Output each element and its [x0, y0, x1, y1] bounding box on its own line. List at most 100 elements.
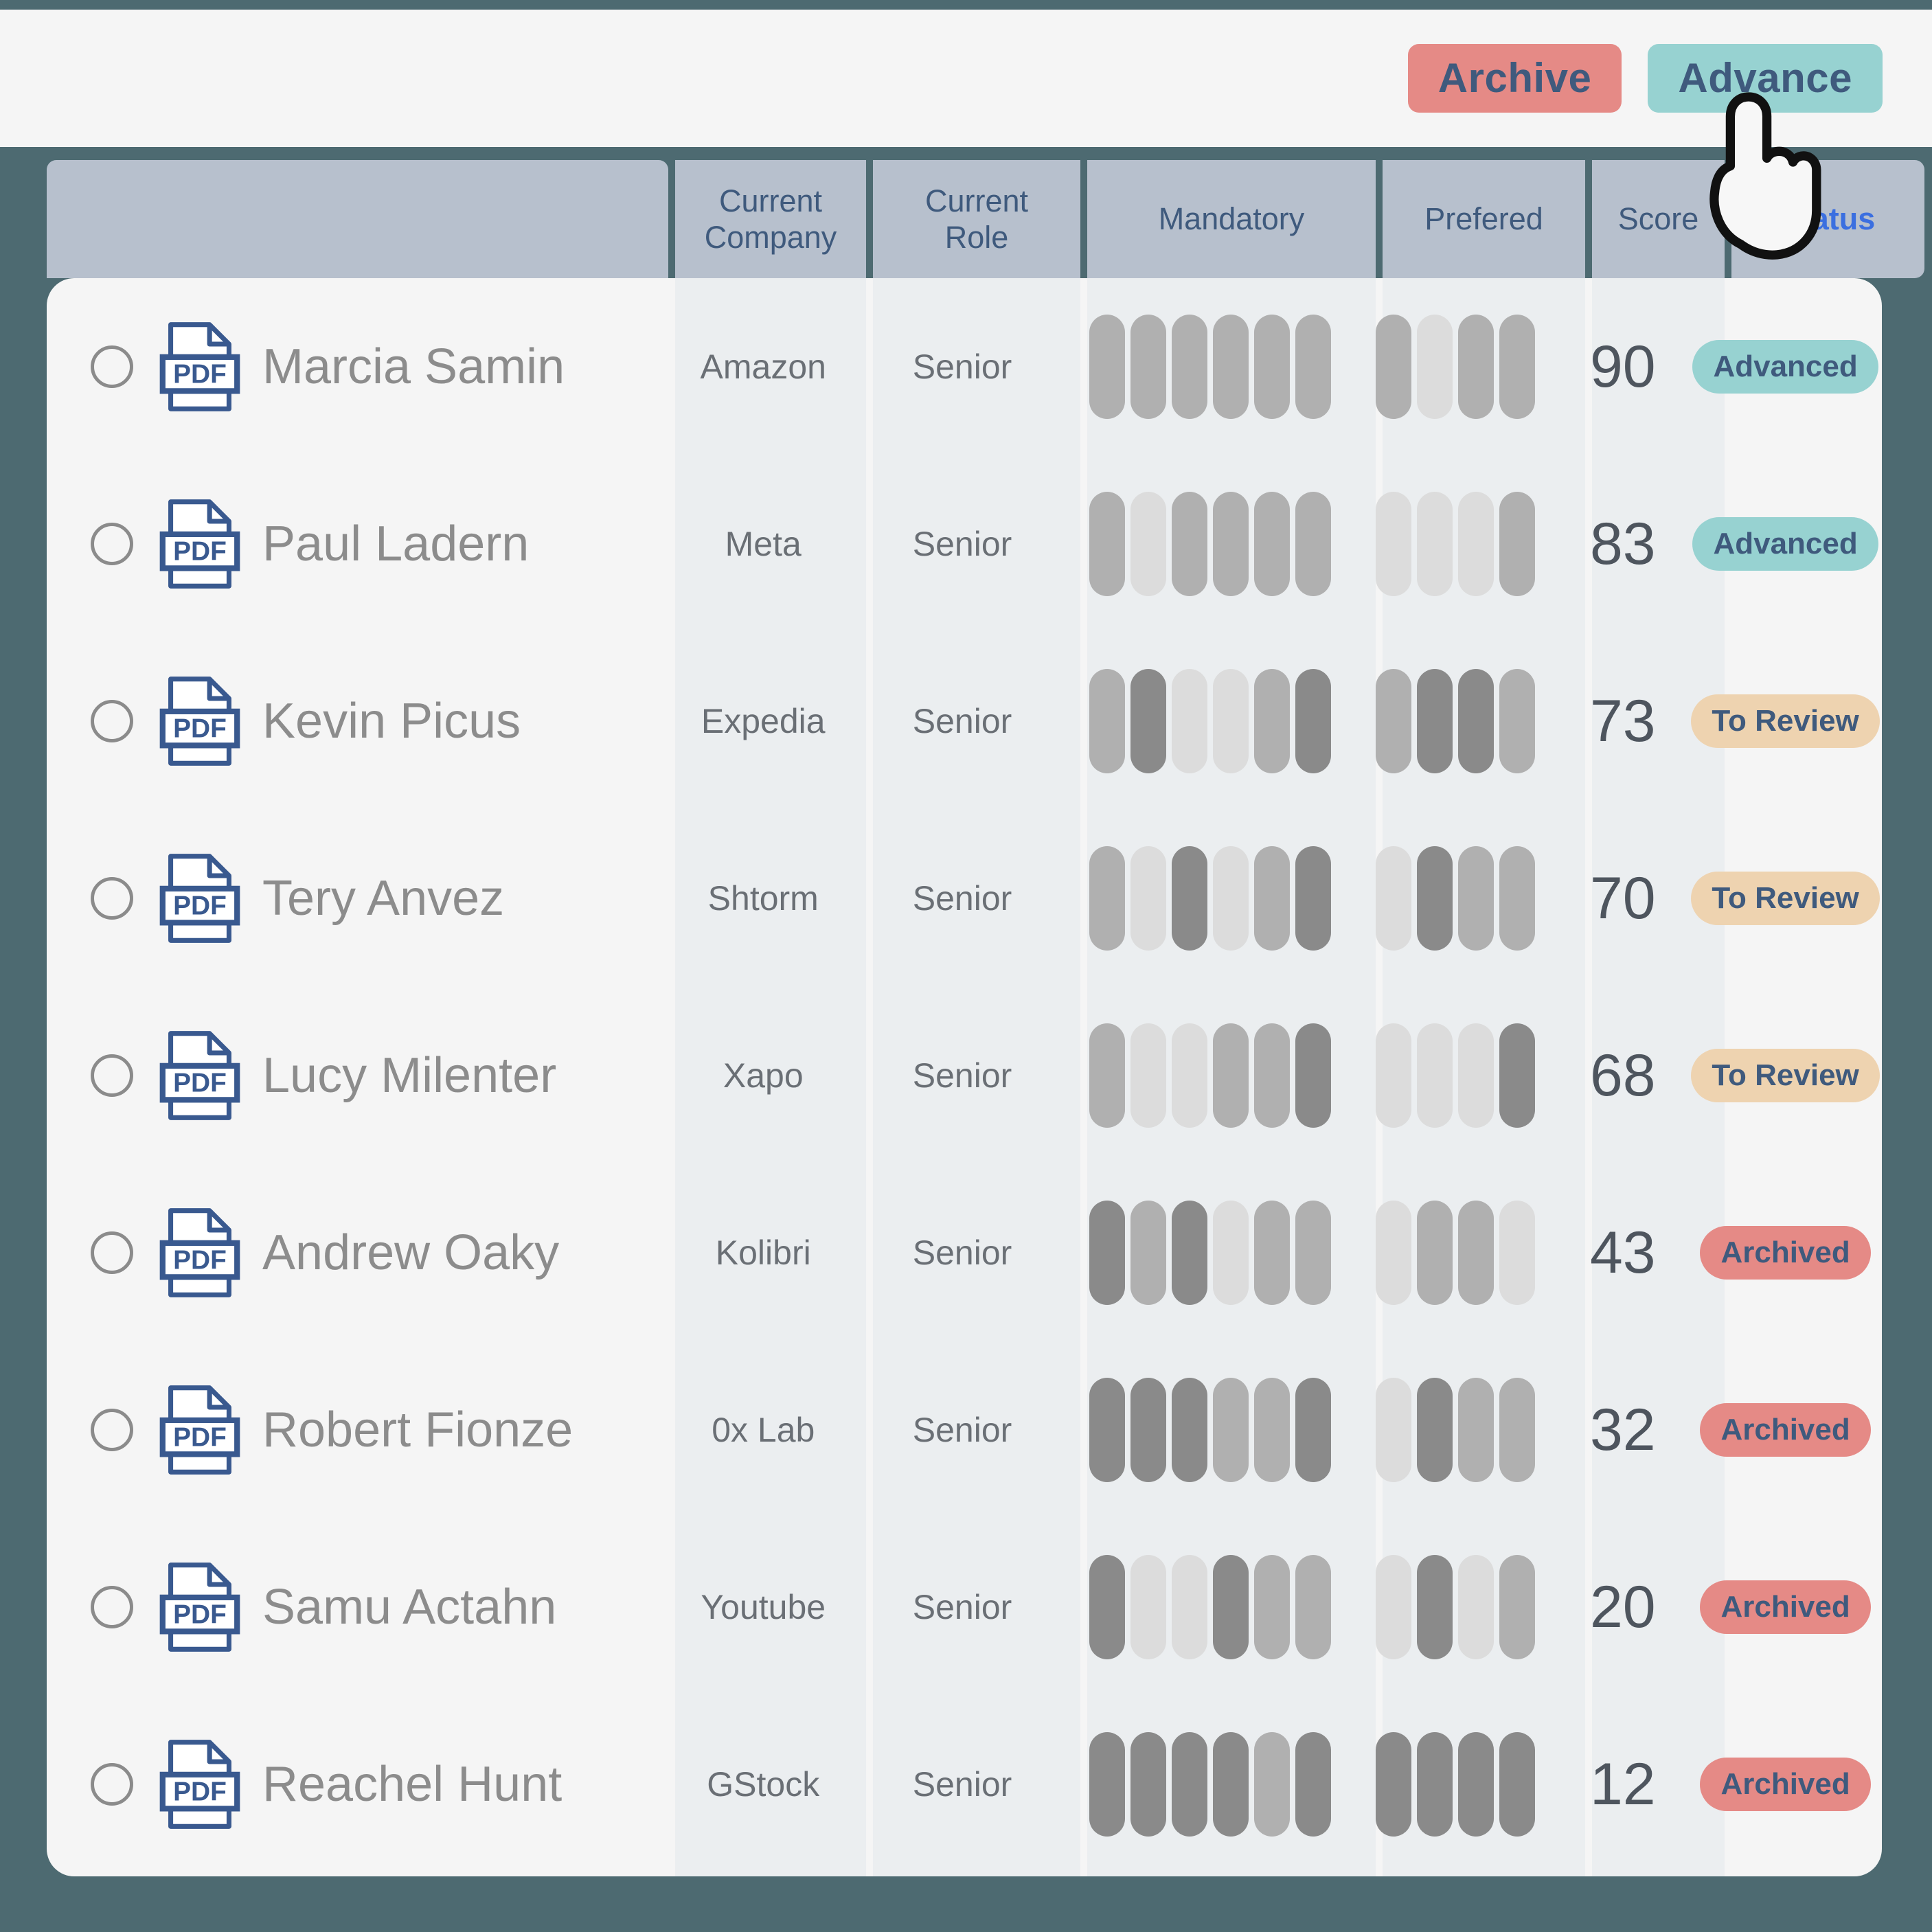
skill-bar	[1416, 1023, 1453, 1128]
column-header-prefered[interactable]: Prefered	[1383, 160, 1585, 278]
current-company-cell: 0x Lab	[668, 1341, 859, 1519]
skill-bar	[1457, 492, 1494, 596]
skill-bar	[1375, 1732, 1411, 1837]
candidates-table-panel: PDF Marcia Samin Amazon Senior 90 Advanc…	[47, 278, 1882, 1876]
skill-bar	[1295, 1732, 1331, 1837]
skill-bar	[1253, 1555, 1290, 1659]
column-header-status-label: Status	[1780, 201, 1876, 237]
column-header-current-company[interactable]: Current Company	[675, 160, 866, 278]
status-cell: Advanced	[1689, 278, 1882, 455]
row-select-radio[interactable]	[91, 877, 133, 920]
current-role-value: Senior	[912, 702, 1012, 740]
status-badge[interactable]: Advanced	[1692, 517, 1878, 571]
table-row[interactable]: PDF Kevin Picus Expedia Senior 73 To Rev…	[47, 633, 1882, 810]
skill-bar	[1212, 1023, 1249, 1128]
prefered-cell	[1354, 987, 1557, 1164]
score-cell: 20	[1556, 1519, 1689, 1696]
advance-button[interactable]: Advance	[1648, 44, 1883, 113]
skill-bar	[1253, 669, 1290, 773]
score-cell: 68	[1556, 987, 1689, 1164]
candidate-name-cell: PDF Paul Ladern	[47, 455, 668, 633]
row-select-radio[interactable]	[91, 700, 133, 742]
skill-bar	[1089, 1732, 1125, 1837]
skill-bars-mandatory	[1089, 1378, 1331, 1482]
skill-bar	[1499, 1732, 1535, 1837]
skill-bar	[1416, 669, 1453, 773]
archive-button[interactable]: Archive	[1407, 44, 1622, 113]
column-header-current-role-label: Current Role	[924, 183, 1029, 255]
current-company-cell: Kolibri	[668, 1164, 859, 1341]
current-company-cell: Shtorm	[668, 810, 859, 987]
pdf-file-icon[interactable]: PDF	[159, 1385, 240, 1475]
current-role-cell: Senior	[859, 633, 1066, 810]
skill-bar	[1089, 492, 1125, 596]
status-badge[interactable]: To Review	[1691, 1049, 1880, 1102]
table-row[interactable]: PDF Reachel Hunt GStock Senior 12 Archiv…	[47, 1696, 1882, 1873]
current-company-cell: Amazon	[668, 278, 859, 455]
skill-bar	[1130, 492, 1166, 596]
status-badge[interactable]: Archived	[1700, 1580, 1871, 1634]
row-select-radio[interactable]	[91, 1409, 133, 1451]
table-row[interactable]: PDF Robert Fionze 0x Lab Senior 32 Archi…	[47, 1341, 1882, 1519]
table-row[interactable]: PDF Lucy Milenter Xapo Senior 68 To Revi…	[47, 987, 1882, 1164]
status-badge[interactable]: To Review	[1691, 694, 1880, 748]
mandatory-cell	[1066, 1519, 1354, 1696]
status-cell: To Review	[1689, 987, 1882, 1164]
column-header-mandatory[interactable]: Mandatory	[1087, 160, 1376, 278]
skill-bar	[1375, 492, 1411, 596]
skill-bar	[1212, 1555, 1249, 1659]
table-row[interactable]: PDF Tery Anvez Shtorm Senior 70 To Revie…	[47, 810, 1882, 987]
skill-bar	[1089, 315, 1125, 419]
skill-bar	[1499, 315, 1535, 419]
pdf-file-icon[interactable]: PDF	[159, 1562, 240, 1652]
skill-bar	[1171, 1201, 1207, 1305]
skill-bar	[1253, 492, 1290, 596]
skill-bar	[1499, 1023, 1535, 1128]
row-select-radio[interactable]	[91, 1763, 133, 1806]
candidate-name-cell: PDF Reachel Hunt	[47, 1696, 668, 1873]
row-select-radio[interactable]	[91, 523, 133, 565]
svg-text:PDF: PDF	[173, 1423, 227, 1453]
status-badge[interactable]: Advanced	[1692, 340, 1878, 394]
current-company-value: Amazon	[700, 348, 826, 386]
pdf-file-icon[interactable]: PDF	[159, 1739, 240, 1830]
pdf-file-icon[interactable]: PDF	[159, 321, 240, 412]
skill-bar	[1499, 846, 1535, 951]
status-badge[interactable]: To Review	[1691, 872, 1880, 925]
table-row[interactable]: PDF Samu Actahn Youtube Senior 20 Archiv…	[47, 1519, 1882, 1696]
column-header-status[interactable]: Status	[1731, 160, 1924, 278]
skill-bar	[1499, 669, 1535, 773]
column-header-select[interactable]	[47, 160, 668, 278]
skill-bar	[1457, 1732, 1494, 1837]
column-header-score[interactable]: Score	[1592, 160, 1725, 278]
skill-bar	[1171, 846, 1207, 951]
candidate-name: Robert Fionze	[262, 1402, 573, 1457]
pdf-file-icon[interactable]: PDF	[159, 1030, 240, 1121]
row-select-radio[interactable]	[91, 1586, 133, 1628]
skill-bar	[1253, 846, 1290, 951]
pdf-file-icon[interactable]: PDF	[159, 499, 240, 589]
skill-bar	[1295, 1023, 1331, 1128]
row-select-radio[interactable]	[91, 1054, 133, 1097]
table-row[interactable]: PDF Marcia Samin Amazon Senior 90 Advanc…	[47, 278, 1882, 455]
column-header-current-role[interactable]: Current Role	[873, 160, 1080, 278]
current-role-cell: Senior	[859, 987, 1066, 1164]
status-badge[interactable]: Archived	[1700, 1403, 1871, 1457]
table-row[interactable]: PDF Paul Ladern Meta Senior 83 Advanced	[47, 455, 1882, 633]
status-badge[interactable]: Archived	[1700, 1758, 1871, 1811]
row-select-radio[interactable]	[91, 1231, 133, 1274]
skill-bar	[1089, 1201, 1125, 1305]
row-select-radio[interactable]	[91, 345, 133, 388]
skill-bar	[1416, 846, 1453, 951]
pdf-file-icon[interactable]: PDF	[159, 853, 240, 944]
pdf-file-icon[interactable]: PDF	[159, 676, 240, 766]
status-cell: Advanced	[1689, 455, 1882, 633]
status-badge[interactable]: Archived	[1700, 1226, 1871, 1280]
skill-bars-prefered	[1375, 1023, 1535, 1128]
table-row[interactable]: PDF Andrew Oaky Kolibri Senior 43 Archiv…	[47, 1164, 1882, 1341]
skill-bar	[1130, 1732, 1166, 1837]
pdf-file-icon[interactable]: PDF	[159, 1207, 240, 1298]
skill-bar	[1171, 1378, 1207, 1482]
mandatory-cell	[1066, 1341, 1354, 1519]
score-value: 73	[1589, 687, 1656, 754]
